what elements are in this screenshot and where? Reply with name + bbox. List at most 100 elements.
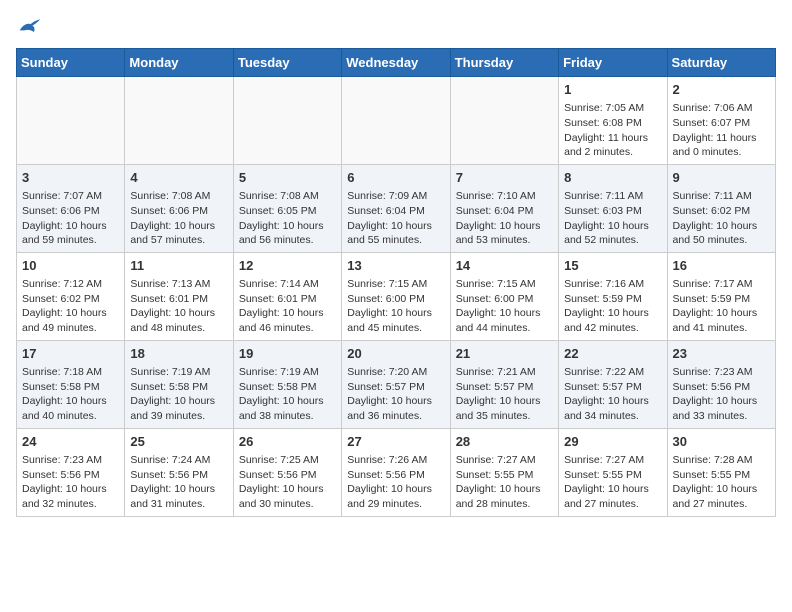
day-info-line: Sunset: 6:00 PM [456,292,553,307]
day-info-line: Sunrise: 7:27 AM [564,453,661,468]
day-info-line: Daylight: 10 hours and 45 minutes. [347,306,444,335]
day-info-line: Sunrise: 7:08 AM [239,189,336,204]
calendar-day-cell: 15Sunrise: 7:16 AMSunset: 5:59 PMDayligh… [559,252,667,340]
day-number: 19 [239,345,336,363]
day-info-line: Daylight: 10 hours and 46 minutes. [239,306,336,335]
calendar-day-cell: 9Sunrise: 7:11 AMSunset: 6:02 PMDaylight… [667,164,775,252]
day-info-line: Sunrise: 7:24 AM [130,453,227,468]
day-number: 4 [130,169,227,187]
day-number: 3 [22,169,119,187]
calendar-day-cell: 7Sunrise: 7:10 AMSunset: 6:04 PMDaylight… [450,164,558,252]
day-info-line: Daylight: 10 hours and 41 minutes. [673,306,770,335]
day-info-line: Sunrise: 7:13 AM [130,277,227,292]
day-info-line: Sunset: 6:06 PM [22,204,119,219]
calendar-day-cell: 10Sunrise: 7:12 AMSunset: 6:02 PMDayligh… [17,252,125,340]
day-info-line: Sunset: 6:07 PM [673,116,770,131]
day-info-line: Sunset: 5:58 PM [130,380,227,395]
day-number: 11 [130,257,227,275]
day-info-line: Sunset: 5:55 PM [673,468,770,483]
calendar-day-cell: 14Sunrise: 7:15 AMSunset: 6:00 PMDayligh… [450,252,558,340]
day-info-line: Sunrise: 7:17 AM [673,277,770,292]
day-info-line: Sunset: 5:58 PM [239,380,336,395]
day-info-line: Daylight: 10 hours and 48 minutes. [130,306,227,335]
calendar-week-row: 24Sunrise: 7:23 AMSunset: 5:56 PMDayligh… [17,428,776,516]
day-number: 16 [673,257,770,275]
day-info-line: Daylight: 10 hours and 34 minutes. [564,394,661,423]
day-info-line: Sunrise: 7:26 AM [347,453,444,468]
calendar-day-cell [233,77,341,165]
day-info-line: Sunrise: 7:05 AM [564,101,661,116]
day-number: 20 [347,345,444,363]
day-info-line: Sunset: 6:01 PM [239,292,336,307]
day-info-line: Sunset: 6:08 PM [564,116,661,131]
calendar-day-header: Monday [125,49,233,77]
day-number: 14 [456,257,553,275]
day-info-line: Sunset: 5:57 PM [347,380,444,395]
day-info-line: Sunrise: 7:15 AM [347,277,444,292]
day-number: 18 [130,345,227,363]
day-info-line: Daylight: 10 hours and 27 minutes. [673,482,770,511]
day-info-line: Daylight: 10 hours and 39 minutes. [130,394,227,423]
calendar-day-header: Wednesday [342,49,450,77]
day-info-line: Sunset: 5:56 PM [347,468,444,483]
day-number: 22 [564,345,661,363]
day-info-line: Daylight: 10 hours and 40 minutes. [22,394,119,423]
day-number: 30 [673,433,770,451]
calendar-day-header: Friday [559,49,667,77]
day-info-line: Sunrise: 7:06 AM [673,101,770,116]
day-info-line: Sunset: 5:57 PM [564,380,661,395]
day-number: 21 [456,345,553,363]
logo-bird-icon [18,16,42,36]
calendar-day-cell: 17Sunrise: 7:18 AMSunset: 5:58 PMDayligh… [17,340,125,428]
day-info-line: Daylight: 10 hours and 29 minutes. [347,482,444,511]
day-info-line: Sunrise: 7:28 AM [673,453,770,468]
day-info-line: Daylight: 10 hours and 59 minutes. [22,219,119,248]
day-number: 13 [347,257,444,275]
calendar-day-cell: 18Sunrise: 7:19 AMSunset: 5:58 PMDayligh… [125,340,233,428]
day-info-line: Daylight: 10 hours and 30 minutes. [239,482,336,511]
day-info-line: Sunrise: 7:12 AM [22,277,119,292]
day-number: 8 [564,169,661,187]
day-info-line: Daylight: 10 hours and 55 minutes. [347,219,444,248]
day-info-line: Daylight: 10 hours and 49 minutes. [22,306,119,335]
day-info-line: Sunrise: 7:19 AM [239,365,336,380]
day-info-line: Daylight: 10 hours and 31 minutes. [130,482,227,511]
day-info-line: Sunrise: 7:23 AM [673,365,770,380]
day-info-line: Daylight: 10 hours and 42 minutes. [564,306,661,335]
calendar-day-cell [450,77,558,165]
day-info-line: Sunset: 6:05 PM [239,204,336,219]
day-info-line: Sunrise: 7:20 AM [347,365,444,380]
day-number: 27 [347,433,444,451]
calendar-day-cell: 4Sunrise: 7:08 AMSunset: 6:06 PMDaylight… [125,164,233,252]
day-info-line: Daylight: 10 hours and 50 minutes. [673,219,770,248]
day-number: 6 [347,169,444,187]
day-number: 25 [130,433,227,451]
day-info-line: Sunrise: 7:08 AM [130,189,227,204]
day-info-line: Daylight: 10 hours and 32 minutes. [22,482,119,511]
calendar-day-cell: 12Sunrise: 7:14 AMSunset: 6:01 PMDayligh… [233,252,341,340]
calendar-day-cell: 16Sunrise: 7:17 AMSunset: 5:59 PMDayligh… [667,252,775,340]
day-info-line: Daylight: 10 hours and 36 minutes. [347,394,444,423]
day-number: 1 [564,81,661,99]
day-info-line: Sunset: 5:56 PM [130,468,227,483]
calendar-day-header: Saturday [667,49,775,77]
day-number: 24 [22,433,119,451]
calendar-day-cell: 1 Sunrise: 7:05 AMSunset: 6:08 PMDaylight… [559,77,667,165]
calendar-day-header: Thursday [450,49,558,77]
day-info-line: Sunset: 6:04 PM [456,204,553,219]
day-info-line: Sunset: 5:56 PM [239,468,336,483]
day-info-line: Daylight: 10 hours and 27 minutes. [564,482,661,511]
calendar-day-cell [125,77,233,165]
day-info-line: Sunset: 6:02 PM [673,204,770,219]
day-number: 28 [456,433,553,451]
calendar-week-row: 1 Sunrise: 7:05 AMSunset: 6:08 PMDaylight… [17,77,776,165]
day-info-line: Daylight: 11 hours and 2 minutes. [564,131,661,160]
day-info-line: Sunset: 6:06 PM [130,204,227,219]
calendar-day-cell: 25 Sunrise: 7:24 AMSunset: 5:56 PMDayligh… [125,428,233,516]
calendar-day-cell: 26Sunrise: 7:25 AMSunset: 5:56 PMDayligh… [233,428,341,516]
calendar-table: SundayMondayTuesdayWednesdayThursdayFrid… [16,48,776,517]
calendar-header-row: SundayMondayTuesdayWednesdayThursdayFrid… [17,49,776,77]
day-info-line: Sunrise: 7:25 AM [239,453,336,468]
calendar-day-cell: 11Sunrise: 7:13 AMSunset: 6:01 PMDayligh… [125,252,233,340]
day-info-line: Sunrise: 7:23 AM [22,453,119,468]
